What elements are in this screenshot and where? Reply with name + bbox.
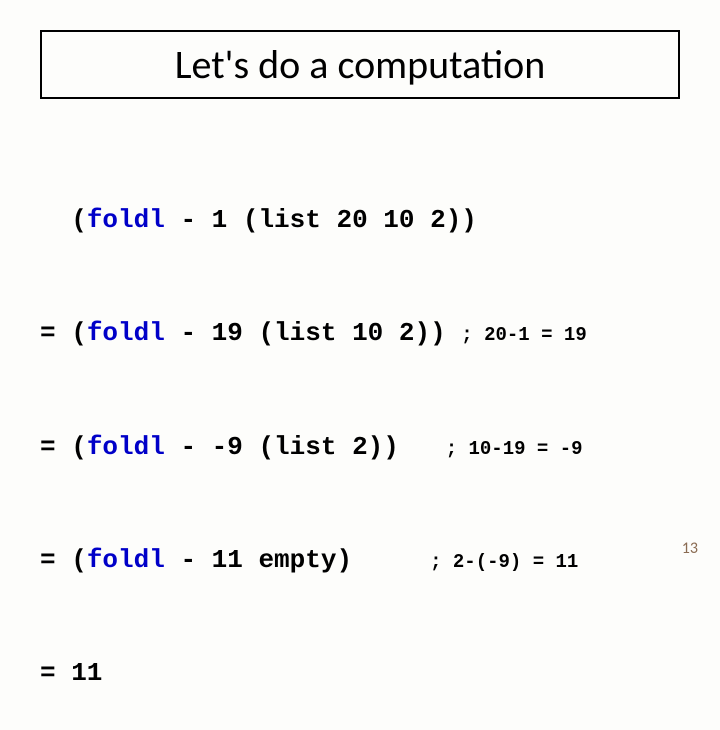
keyword-foldl: foldl (87, 318, 165, 348)
keyword-foldl: foldl (87, 432, 165, 462)
slide-title: Let's do a computation (62, 40, 658, 89)
keyword-foldl: foldl (87, 205, 165, 235)
title-box: Let's do a computation (40, 30, 680, 99)
code-block: (foldl - 1 (list 20 10 2)) = (foldl - 19… (40, 127, 680, 730)
page-number: 13 (682, 539, 698, 558)
comment-3: ; 2-(-9) = 11 (430, 551, 578, 573)
code-line-3: = (foldl - 11 empty) ; 2-(-9) = 11 (40, 542, 680, 580)
code-line-4: = 11 (40, 655, 680, 693)
code-line-2: = (foldl - -9 (list 2)) ; 10-19 = -9 (40, 429, 680, 467)
comment-2: ; 10-19 = -9 (446, 438, 583, 460)
code-line-1: = (foldl - 19 (list 10 2)) ; 20-1 = 19 (40, 315, 680, 353)
comment-1: ; 20-1 = 19 (461, 324, 586, 346)
keyword-foldl: foldl (87, 545, 165, 575)
code-line-0: (foldl - 1 (list 20 10 2)) (40, 202, 680, 240)
